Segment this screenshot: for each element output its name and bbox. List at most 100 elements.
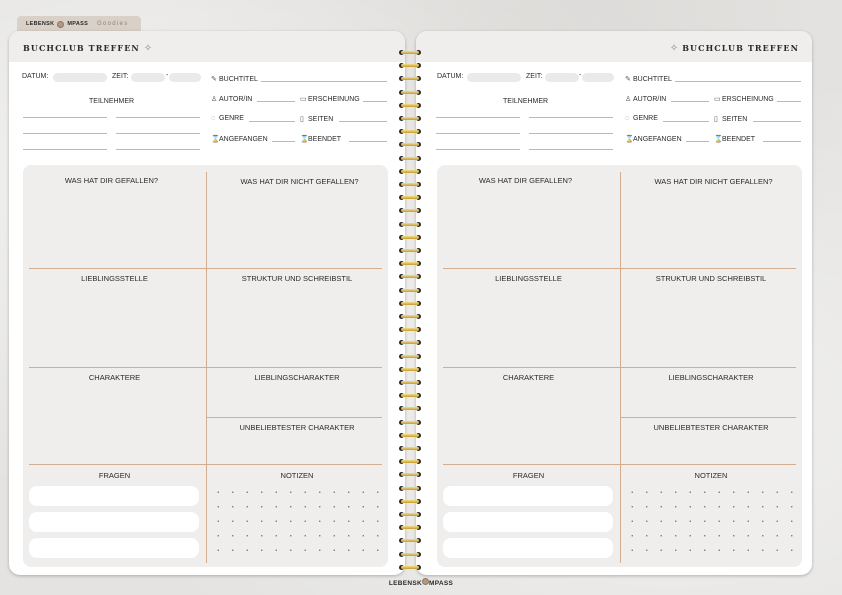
beendet-line[interactable]: [763, 141, 801, 142]
question-box[interactable]: [29, 512, 199, 532]
spiral-coil: [397, 140, 423, 149]
spiral-coil: [397, 48, 423, 57]
row-divider: [29, 464, 382, 465]
calendar-icon: ▭: [714, 96, 721, 103]
question-box[interactable]: [443, 512, 613, 532]
spiral-coil: [397, 193, 423, 202]
dot-grid-notes[interactable]: [211, 485, 383, 557]
brand-tab-suffix: Goodies: [97, 21, 129, 27]
section-unbeliebtester: UNBELIEBTESTER CHARAKTER: [653, 423, 769, 432]
teilnehmer-line[interactable]: [529, 117, 613, 118]
teilnehmer-line[interactable]: [436, 117, 520, 118]
compass-icon: [57, 20, 65, 28]
zeit-end-field[interactable]: [582, 73, 614, 82]
datum-field[interactable]: [467, 73, 521, 82]
datum-label: DATUM:: [22, 73, 49, 80]
teilnehmer-line[interactable]: [529, 133, 613, 134]
zeit-label: ZEIT:: [112, 73, 129, 80]
section-fragen: FRAGEN: [512, 471, 545, 480]
spiral-coil: [397, 444, 423, 453]
spiral-coil: [397, 404, 423, 413]
teilnehmer-line[interactable]: [116, 149, 200, 150]
section-struktur: STRUKTUR UND SCHREIBSTIL: [241, 274, 353, 283]
erscheinung-line[interactable]: [777, 101, 801, 102]
datum-label: DATUM:: [437, 73, 464, 80]
zeit-start-field[interactable]: [131, 73, 165, 82]
teilnehmer-line[interactable]: [23, 133, 107, 134]
question-box[interactable]: [443, 486, 613, 506]
autor-line[interactable]: [257, 101, 295, 102]
calendar-icon: ▭: [300, 96, 307, 103]
planner-page-right: ✧ BUCHCLUB TREFFEN DATUM: ZEIT: - TEILNE…: [416, 31, 812, 575]
row-divider: [206, 417, 382, 418]
sparkle-icon: ✧: [669, 43, 679, 54]
angefangen-line[interactable]: [272, 141, 295, 142]
page-title: ✧ BUCHCLUB TREFFEN: [669, 43, 799, 54]
spiral-coil: [397, 259, 423, 268]
brand-tab: LEBENSK MPASS Goodies: [17, 16, 141, 32]
section-unbeliebtester: UNBELIEBTESTER CHARAKTER: [239, 423, 355, 432]
section-gefallen: WAS HAT DIR GEFALLEN?: [478, 176, 573, 185]
teilnehmer-line[interactable]: [23, 117, 107, 118]
question-box[interactable]: [29, 486, 199, 506]
zeit-dash: -: [166, 72, 169, 79]
page-title: BUCHCLUB TREFFEN ✧: [23, 43, 153, 54]
erscheinung-line[interactable]: [363, 101, 387, 102]
beendet-label: ⌛BEENDET: [714, 136, 756, 143]
spiral-coil: [397, 233, 423, 242]
dot-grid-notes[interactable]: [625, 485, 797, 557]
teilnehmer-label: TEILNEHMER: [503, 98, 549, 105]
planner-page-left: BUCHCLUB TREFFEN ✧ DATUM: ZEIT: - TEILNE…: [9, 31, 405, 575]
teilnehmer-line[interactable]: [116, 133, 200, 134]
page-icon: ▯: [300, 116, 304, 123]
section-notizen: NOTIZEN: [280, 471, 314, 480]
beendet-label: ⌛BEENDET: [300, 136, 342, 143]
zeit-start-field[interactable]: [545, 73, 579, 82]
question-box[interactable]: [29, 538, 199, 558]
row-divider: [443, 268, 796, 269]
spiral-coil: [397, 391, 423, 400]
buchtitel-line[interactable]: [261, 81, 387, 82]
zeit-dash: -: [579, 72, 582, 79]
erscheinung-label: ▭ERSCHEINUNG: [714, 96, 774, 103]
section-notizen: NOTIZEN: [694, 471, 728, 480]
section-nicht-gefallen: WAS HAT DIR NICHT GEFALLEN?: [654, 177, 773, 186]
genre-line[interactable]: [663, 121, 709, 122]
seiten-line[interactable]: [753, 121, 801, 122]
seiten-line[interactable]: [339, 121, 387, 122]
row-divider: [29, 268, 382, 269]
section-fragen: FRAGEN: [98, 471, 131, 480]
zeit-label: ZEIT:: [526, 73, 543, 80]
seiten-label: ▯ SEITEN: [300, 116, 334, 123]
footer-brand: LEBENSK MPASS: [388, 578, 454, 587]
spiral-coil: [397, 286, 423, 295]
spiral-coil: [397, 418, 423, 427]
sparkle-icon: ✧: [143, 43, 153, 54]
person-icon: ♙: [625, 96, 632, 103]
teilnehmer-line[interactable]: [529, 149, 613, 150]
spiral-coil: [397, 352, 423, 361]
buchtitel-line[interactable]: [675, 81, 801, 82]
spiral-coil: [397, 510, 423, 519]
genre-line[interactable]: [249, 121, 295, 122]
hourglass-icon: ⌛: [300, 136, 309, 143]
autor-line[interactable]: [671, 101, 709, 102]
row-divider: [443, 464, 796, 465]
teilnehmer-line[interactable]: [23, 149, 107, 150]
angefangen-line[interactable]: [686, 141, 709, 142]
zeit-end-field[interactable]: [169, 73, 201, 82]
section-gefallen: WAS HAT DIR GEFALLEN?: [64, 176, 159, 185]
datum-field[interactable]: [53, 73, 107, 82]
spiral-coil: [397, 127, 423, 136]
brand-name-start: LEBENSK: [26, 21, 55, 27]
teilnehmer-line[interactable]: [116, 117, 200, 118]
spiral-coil: [397, 299, 423, 308]
beendet-line[interactable]: [349, 141, 387, 142]
spiral-coil: [397, 167, 423, 176]
teilnehmer-line[interactable]: [436, 133, 520, 134]
teilnehmer-line[interactable]: [436, 149, 520, 150]
pencil-icon: ✎: [625, 76, 631, 83]
spiral-coil: [397, 180, 423, 189]
erscheinung-label: ▭ERSCHEINUNG: [300, 96, 360, 103]
question-box[interactable]: [443, 538, 613, 558]
